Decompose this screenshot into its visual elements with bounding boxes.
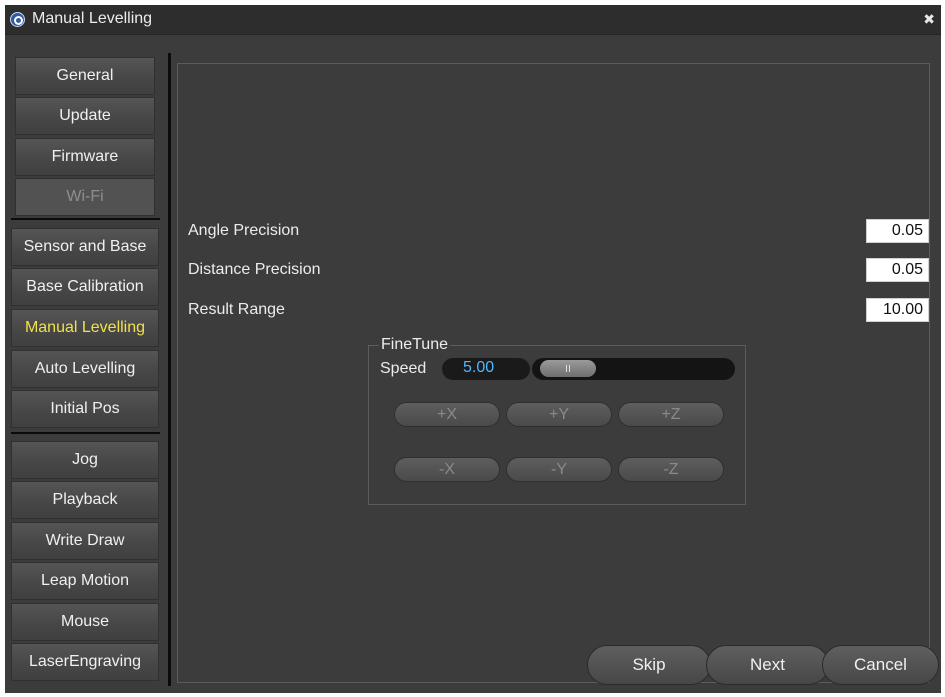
close-icon[interactable]: ✖	[923, 11, 935, 28]
sidebar-item-initial-pos[interactable]: Initial Pos	[11, 390, 159, 428]
app-logo-icon	[10, 12, 25, 27]
result-range-label: Result Range	[188, 301, 285, 318]
next-button[interactable]: Next	[706, 645, 829, 685]
result-range-input[interactable]: 10.00	[866, 298, 929, 322]
minus-z-button[interactable]: -Z	[618, 457, 724, 482]
sidebar-item-write-draw[interactable]: Write Draw	[11, 522, 159, 560]
angle-precision-input[interactable]: 0.05	[866, 219, 929, 243]
sidebar-item-playback[interactable]: Playback	[11, 481, 159, 519]
distance-precision-label: Distance Precision	[188, 261, 321, 278]
plus-z-button[interactable]: +Z	[618, 402, 724, 427]
sidebar-item-general[interactable]: General	[15, 57, 155, 95]
plus-y-button[interactable]: +Y	[506, 402, 612, 427]
sidebar-item-update[interactable]: Update	[15, 97, 155, 135]
sidebar-separator	[168, 53, 171, 686]
sidebar-item-firmware[interactable]: Firmware	[15, 138, 155, 176]
finetune-title: FineTune	[379, 336, 450, 354]
sidebar-item-manual-levelling[interactable]: Manual Levelling	[11, 309, 159, 347]
sidebar-item-leap-motion[interactable]: Leap Motion	[11, 562, 159, 600]
angle-precision-label: Angle Precision	[188, 222, 300, 239]
window-title: Manual Levelling	[32, 10, 153, 27]
distance-precision-input[interactable]: 0.05	[866, 258, 929, 282]
minus-y-button[interactable]: -Y	[506, 457, 612, 482]
sidebar-item-mouse[interactable]: Mouse	[11, 603, 159, 641]
sidebar-item-laser-engraving[interactable]: LaserEngraving	[11, 643, 159, 681]
cancel-button[interactable]: Cancel	[822, 645, 939, 685]
sidebar-item-jog[interactable]: Jog	[11, 441, 159, 479]
speed-label: Speed	[380, 360, 427, 377]
sidebar-item-wifi[interactable]: Wi-Fi	[15, 178, 155, 216]
skip-button[interactable]: Skip	[587, 645, 711, 685]
sidebar-divider	[11, 218, 160, 220]
speed-value-input[interactable]: 5.00	[442, 358, 530, 380]
sidebar-divider	[11, 432, 160, 434]
sidebar-item-base-calibration[interactable]: Base Calibration	[11, 268, 159, 306]
sidebar-item-sensor-and-base[interactable]: Sensor and Base	[11, 228, 159, 266]
minus-x-button[interactable]: -X	[394, 457, 500, 482]
plus-x-button[interactable]: +X	[394, 402, 500, 427]
title-bar: Manual Levelling ✖	[5, 5, 941, 35]
sidebar-item-auto-levelling[interactable]: Auto Levelling	[11, 350, 159, 388]
slider-grip-icon	[566, 365, 570, 372]
